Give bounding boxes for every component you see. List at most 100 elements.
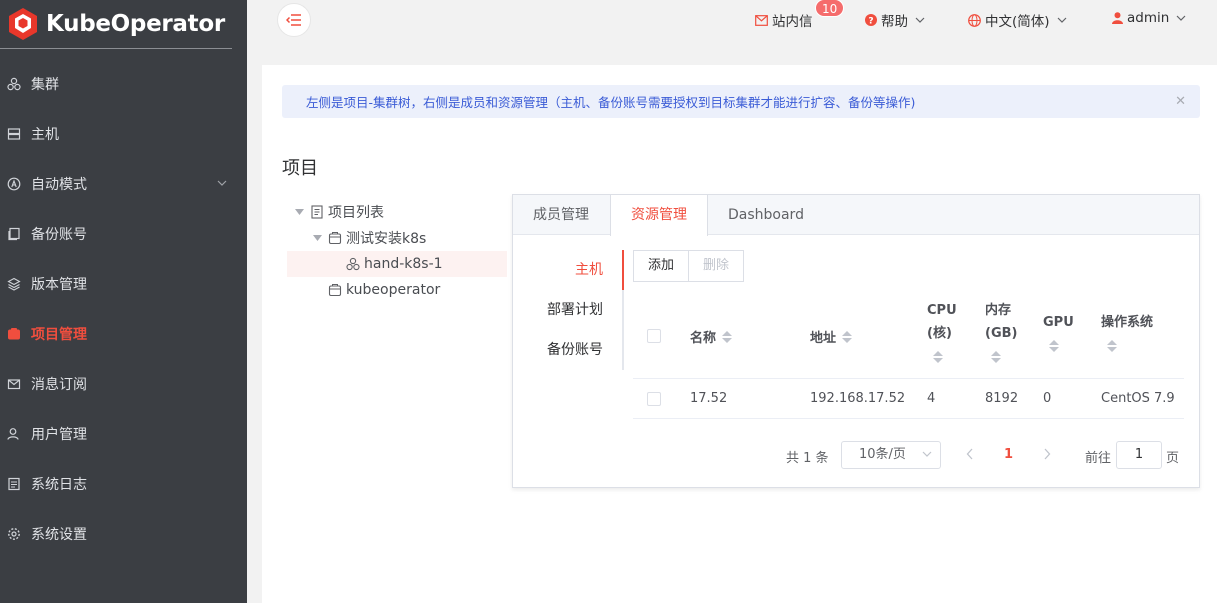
sidebar-item-label: 用户管理	[31, 427, 87, 443]
tab-resources[interactable]: 资源管理	[610, 195, 708, 236]
chevron-right-icon[interactable]	[1043, 448, 1051, 460]
col-header-memory-unit: (GB)	[985, 326, 1018, 341]
sidebar-item-label: 系统设置	[31, 527, 87, 543]
language-label: 中文(简体)	[985, 14, 1050, 30]
user-dropdown[interactable]: admin	[1112, 10, 1190, 26]
sidebar-nav: 集群 主机 自动模式 备份账号 版本管理 项目管理 消息订阅 用户管理 系统日志…	[0, 59, 247, 559]
col-header-address-label: 地址	[810, 331, 837, 346]
sidebar-item-project[interactable]: 项目管理	[0, 309, 247, 359]
sidebar-item-settings[interactable]: 系统设置	[0, 509, 247, 559]
pagination-total: 共 1 条	[786, 451, 829, 466]
col-header-gpu[interactable]: GPU	[1043, 311, 1074, 352]
col-header-cpu[interactable]: CPU (核)	[927, 299, 957, 363]
add-button[interactable]: 添加	[633, 250, 690, 282]
table-row[interactable]: 17.52 192.168.17.52 4 8192 0 CentOS 7.9	[633, 379, 1184, 419]
info-alert: 左侧是项目-集群树，右侧是成员和资源管理（主机、备份账号需要授权到目标集群才能进…	[282, 85, 1200, 118]
tree-node-root[interactable]: 项目列表	[287, 199, 507, 225]
cluster-icon	[7, 77, 21, 91]
col-header-gpu-label: GPU	[1043, 315, 1074, 330]
svg-text:?: ?	[868, 16, 873, 26]
language-dropdown[interactable]: 中文(简体)	[968, 10, 1071, 30]
messages-count-badge: 10	[815, 0, 845, 17]
tab-bar: 成员管理 资源管理 Dashboard	[513, 195, 1199, 236]
col-header-memory[interactable]: 内存 (GB)	[985, 299, 1017, 363]
sidebar-item-label: 项目管理	[31, 327, 87, 343]
col-header-os[interactable]: 操作系统	[1101, 311, 1153, 352]
tree-node-label: hand-k8s-1	[364, 256, 443, 272]
col-header-memory-label: 内存	[985, 303, 1012, 318]
sidebar-item-host[interactable]: 主机	[0, 109, 247, 159]
delete-button[interactable]: 删除	[689, 250, 745, 282]
project-folder-icon	[328, 231, 342, 245]
settings-icon	[7, 527, 21, 541]
sidebar-item-label: 消息订阅	[31, 377, 87, 393]
col-header-cpu-unit: (核)	[927, 326, 952, 341]
subnav-item-host[interactable]: 主机	[513, 250, 622, 290]
sort-icon[interactable]	[933, 351, 943, 363]
project-icon	[7, 327, 21, 341]
sidebar-item-cluster[interactable]: 集群	[0, 59, 247, 109]
sort-icon[interactable]	[991, 351, 1001, 363]
help-label: 帮助	[881, 14, 908, 30]
cell-name[interactable]: 17.52	[690, 391, 727, 406]
sidebar-item-label: 集群	[31, 77, 59, 93]
resource-subnav: 主机 部署计划 备份账号	[513, 250, 624, 370]
sidebar-item-message[interactable]: 消息订阅	[0, 359, 247, 409]
sidebar-item-user[interactable]: 用户管理	[0, 409, 247, 459]
help-dropdown[interactable]: ? 帮助	[865, 10, 929, 30]
sidebar-item-backup-account[interactable]: 备份账号	[0, 209, 247, 259]
row-checkbox[interactable]	[647, 392, 661, 406]
tab-members[interactable]: 成员管理	[513, 195, 610, 235]
cell-cpu: 4	[927, 391, 936, 406]
sort-icon[interactable]	[842, 330, 853, 343]
col-header-address[interactable]: 地址	[810, 327, 853, 346]
messages-link[interactable]: 站内信 10	[755, 0, 845, 30]
kubeoperator-logo-icon	[9, 8, 37, 40]
version-icon	[7, 277, 21, 291]
message-icon	[7, 377, 21, 391]
sidebar-item-version[interactable]: 版本管理	[0, 259, 247, 309]
collapse-sidebar-button[interactable]	[277, 3, 311, 37]
subnav-item-plan[interactable]: 部署计划	[513, 290, 622, 330]
tree-node-cluster[interactable]: hand-k8s-1	[287, 251, 507, 277]
close-icon[interactable]: ✕	[1175, 94, 1186, 109]
tree-node-project[interactable]: 测试安装k8s	[287, 225, 507, 251]
chevron-down-icon	[1176, 15, 1186, 21]
logo[interactable]: KubeOperator	[0, 0, 232, 49]
page-number-current[interactable]: 1	[1004, 447, 1013, 462]
subnav-item-backup[interactable]: 备份账号	[513, 330, 622, 370]
goto-page-input[interactable]: 1	[1116, 441, 1162, 469]
sort-icon[interactable]	[1107, 340, 1117, 352]
backup-account-icon	[7, 227, 21, 241]
menu-fold-icon	[286, 14, 301, 26]
mail-icon	[755, 14, 768, 26]
tree-node-project2[interactable]: kubeoperator	[287, 277, 507, 303]
active-indicator	[622, 250, 624, 290]
document-icon	[310, 205, 324, 219]
col-header-name[interactable]: 名称	[690, 327, 733, 346]
tab-dashboard[interactable]: Dashboard	[708, 195, 825, 235]
alert-text: 左侧是项目-集群树，右侧是成员和资源管理（主机、备份账号需要授权到目标集群才能进…	[306, 95, 916, 110]
chevron-left-icon[interactable]	[966, 448, 974, 460]
caret-down-icon[interactable]	[293, 206, 305, 218]
sidebar-item-label: 版本管理	[31, 277, 87, 293]
sidebar-item-log[interactable]: 系统日志	[0, 459, 247, 509]
tree-node-label: kubeoperator	[346, 282, 441, 298]
messages-label: 站内信	[772, 14, 813, 30]
sort-icon[interactable]	[722, 330, 733, 343]
caret-down-icon[interactable]	[311, 232, 323, 244]
project-tree: 项目列表 测试安装k8s hand-k8s-1 kubeoperator	[287, 199, 507, 303]
tree-node-label: 项目列表	[328, 205, 384, 221]
pagination: 共 1 条 10条/页 1 前往 1 页	[633, 441, 1184, 469]
sidebar-item-label: 备份账号	[31, 227, 87, 243]
chevron-down-icon	[915, 17, 925, 23]
page-size-select[interactable]: 10条/页	[841, 441, 941, 469]
resource-card: 成员管理 资源管理 Dashboard 主机 部署计划 备份账号 添加 删除 名…	[512, 194, 1200, 488]
col-header-os-label: 操作系统	[1101, 315, 1154, 330]
col-header-cpu-label: CPU	[927, 303, 957, 318]
cell-gpu: 0	[1043, 391, 1052, 406]
sort-icon[interactable]	[1049, 340, 1059, 352]
select-all-checkbox[interactable]	[647, 329, 661, 343]
sidebar-item-auto-mode[interactable]: 自动模式	[0, 159, 247, 209]
user-icon	[7, 427, 21, 441]
